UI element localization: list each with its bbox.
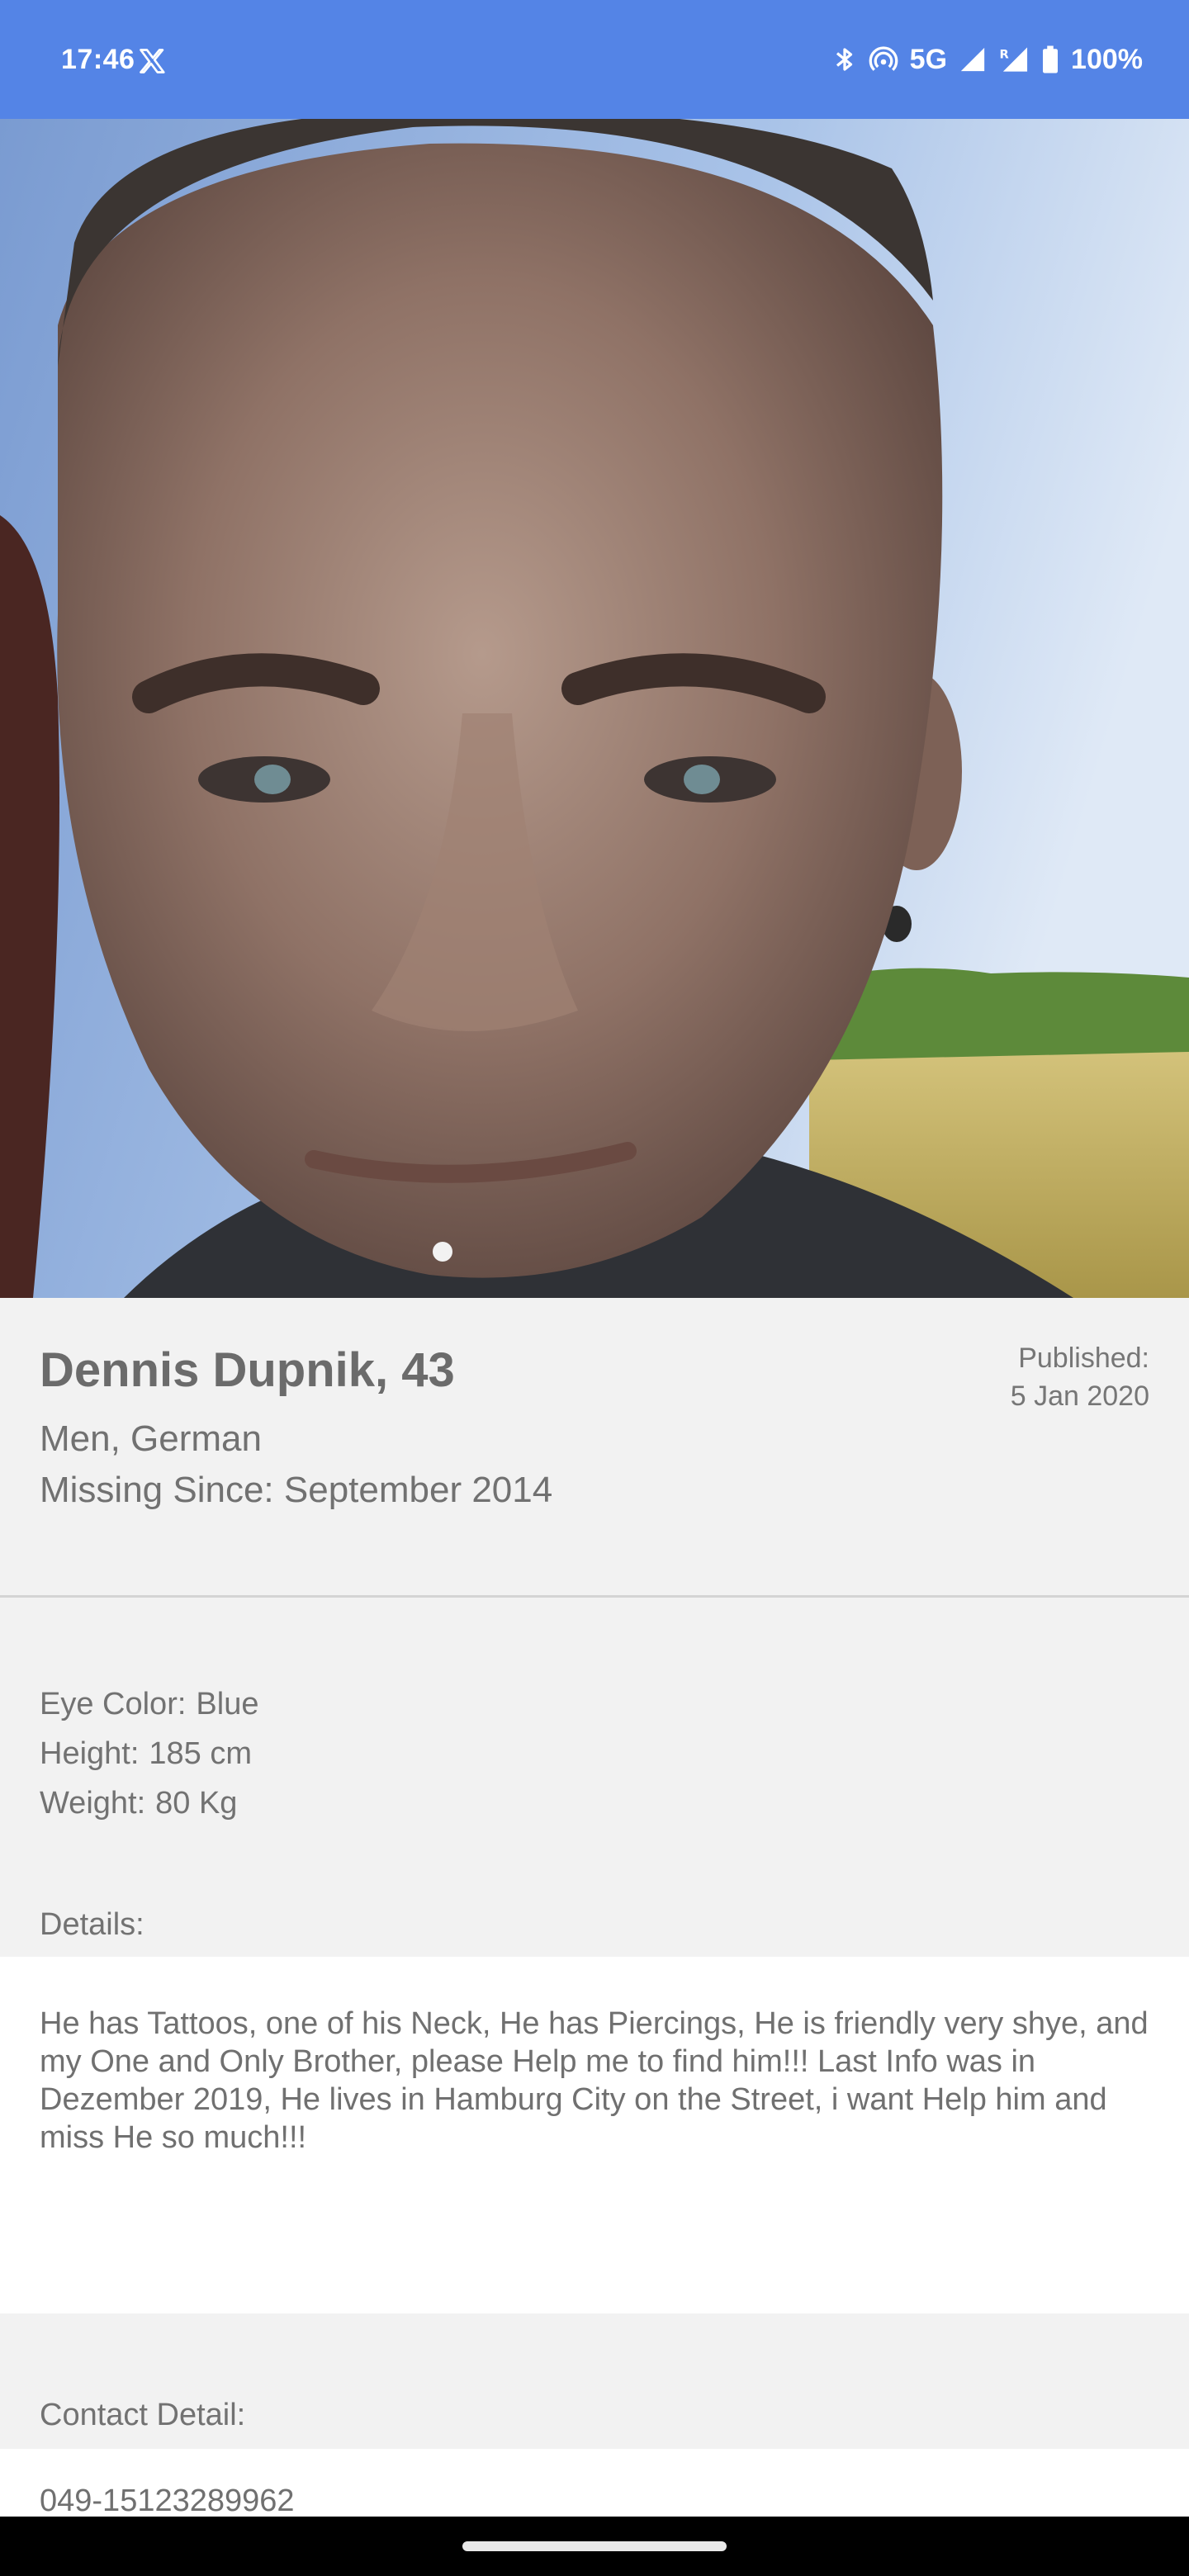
weight-label: Weight:: [40, 1786, 146, 1821]
eye-color-value: Blue: [196, 1687, 259, 1721]
signal-roaming-icon: R: [999, 47, 1028, 72]
bluetooth-icon: [836, 48, 852, 71]
contact-phone-number[interactable]: 049-15123289962: [40, 2484, 295, 2517]
battery-icon: [1043, 45, 1059, 73]
profile-header: Dennis Dupnik, 43 Men, German Missing Si…: [0, 1298, 1189, 1595]
portrait-illustration: [0, 119, 1189, 1298]
x-app-icon: [140, 49, 165, 73]
height-value: 185 cm: [149, 1736, 253, 1771]
gender-nationality: Men, German: [40, 1418, 262, 1459]
missing-since: Missing Since: September 2014: [40, 1470, 553, 1510]
eye-color-row: Eye Color: Blue: [40, 1679, 258, 1729]
missing-person-photo: [0, 119, 1189, 1298]
signal-icon: [960, 47, 985, 72]
weight-row: Weight: 80 Kg: [40, 1778, 258, 1828]
home-gesture-handle[interactable]: [462, 2541, 727, 2551]
section-divider: [0, 1595, 1189, 1598]
published-label: Published:: [1018, 1342, 1149, 1374]
status-icons: 5G R 100%: [832, 40, 1143, 79]
details-box: He has Tattoos, one of his Neck, He has …: [0, 1957, 1189, 2313]
published-info: Published: 5 Jan 2020: [1011, 1339, 1149, 1415]
status-bar: 17:46 5G R 100%: [0, 0, 1189, 119]
navigation-bar: [0, 2517, 1189, 2576]
details-label: Details:: [40, 1907, 144, 1942]
physical-attributes: Eye Color: Blue Height: 185 cm Weight: 8…: [40, 1679, 258, 1828]
contact-label: Contact Detail:: [40, 2398, 246, 2432]
battery-level: 100%: [1071, 43, 1143, 75]
contact-box[interactable]: 049-15123289962: [0, 2449, 1189, 2517]
hotspot-icon: [869, 46, 898, 71]
height-label: Height:: [40, 1736, 140, 1771]
person-name-age: Dennis Dupnik, 43: [40, 1343, 455, 1397]
details-text: He has Tattoos, one of his Neck, He has …: [40, 2006, 1149, 2155]
height-row: Height: 185 cm: [40, 1729, 258, 1778]
weight-value: 80 Kg: [155, 1786, 238, 1821]
published-date: 5 Jan 2020: [1010, 1380, 1149, 1412]
eye-color-label: Eye Color:: [40, 1687, 187, 1721]
svg-text:R: R: [999, 48, 1008, 62]
network-type: 5G: [909, 43, 948, 75]
status-time: 17:46: [61, 44, 135, 75]
